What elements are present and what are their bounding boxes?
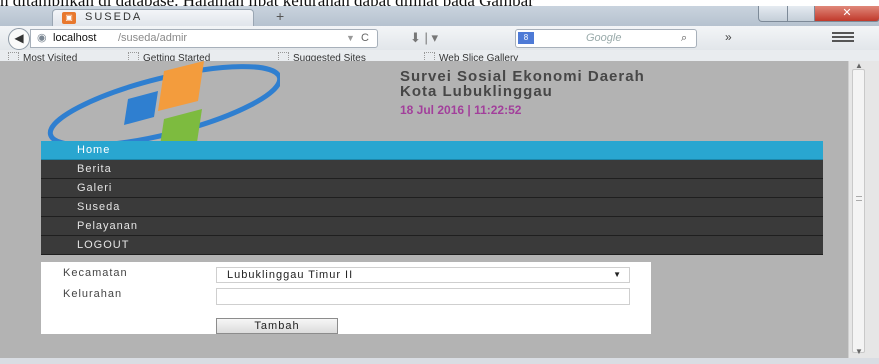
menu-item-logout[interactable]: LOGOUT [41,236,823,255]
search-icon[interactable]: ⌕ [681,30,687,47]
tambah-button[interactable]: Tambah [216,318,338,334]
main-menu: Home Berita Galeri Suseda Pelayanan LOGO… [41,141,823,255]
close-window-button[interactable]: ✕ [814,6,879,22]
search-engine-icon[interactable]: 8 [518,32,534,44]
menu-item-pelayanan[interactable]: Pelayanan [41,217,823,236]
kelurahan-label: Kelurahan [63,288,123,300]
browser-tab[interactable]: ▣ SUSEDA [52,9,254,27]
tab-bar: ▣ SUSEDA + ✕ [0,6,879,27]
site-title: Survei Sosial Ekonomi Daerah Kota Lubukl… [400,68,645,100]
kecamatan-label: Kecamatan [63,267,128,279]
url-dropdown-icon[interactable]: ▼ [346,30,355,47]
globe-icon: ◉ [37,32,47,44]
page-viewport: Survei Sosial Ekonomi Daerah Kota Lubukl… [0,61,848,358]
firefox-tab-icon: ▣ [62,12,76,24]
maximize-button[interactable] [787,6,815,22]
tab-title: SUSEDA [85,11,143,23]
scroll-down-icon[interactable]: ▼ [855,347,863,356]
menu-item-home[interactable]: Home [41,141,823,160]
scrollbar-grip-icon [856,196,862,201]
search-input[interactable]: 8 Google ⌕ [515,29,697,48]
minimize-button[interactable] [758,6,788,22]
site-datetime: 18 Jul 2016 | 11:22:52 [400,103,522,117]
navigation-bar: ◀ ◉ localhost /suseda/admir ▼ C ⬇ | ▾ 8 … [0,26,879,50]
url-path: /suseda/admir [118,32,188,44]
window-controls: ✕ [758,6,879,22]
back-arrow-icon[interactable]: ◀ [8,28,30,50]
reload-icon[interactable]: C [361,30,369,47]
menu-icon[interactable] [832,30,854,44]
menu-item-suseda[interactable]: Suseda [41,198,823,217]
kecamatan-select[interactable]: Lubuklinggau Timur II ▼ [216,267,630,283]
kelurahan-input[interactable] [216,288,630,305]
download-icon[interactable]: ⬇ | ▾ [410,30,438,46]
chevron-right-icon[interactable]: » [725,30,732,44]
page-scrollbar[interactable]: ▲ ▼ [848,61,879,358]
url-host: localhost [53,32,97,44]
chevron-down-icon: ▼ [613,270,621,279]
search-placeholder: Google [586,32,622,44]
scrollbar-thumb[interactable] [852,69,865,353]
kelurahan-form: Kecamatan Lubuklinggau Timur II ▼ Kelura… [41,262,651,334]
new-tab-button[interactable]: + [276,8,284,24]
kecamatan-selected-value: Lubuklinggau Timur II [227,269,354,281]
url-bar[interactable]: ◉ localhost /suseda/admir ▼ C [30,29,378,48]
menu-item-galeri[interactable]: Galeri [41,179,823,198]
menu-item-berita[interactable]: Berita [41,160,823,179]
